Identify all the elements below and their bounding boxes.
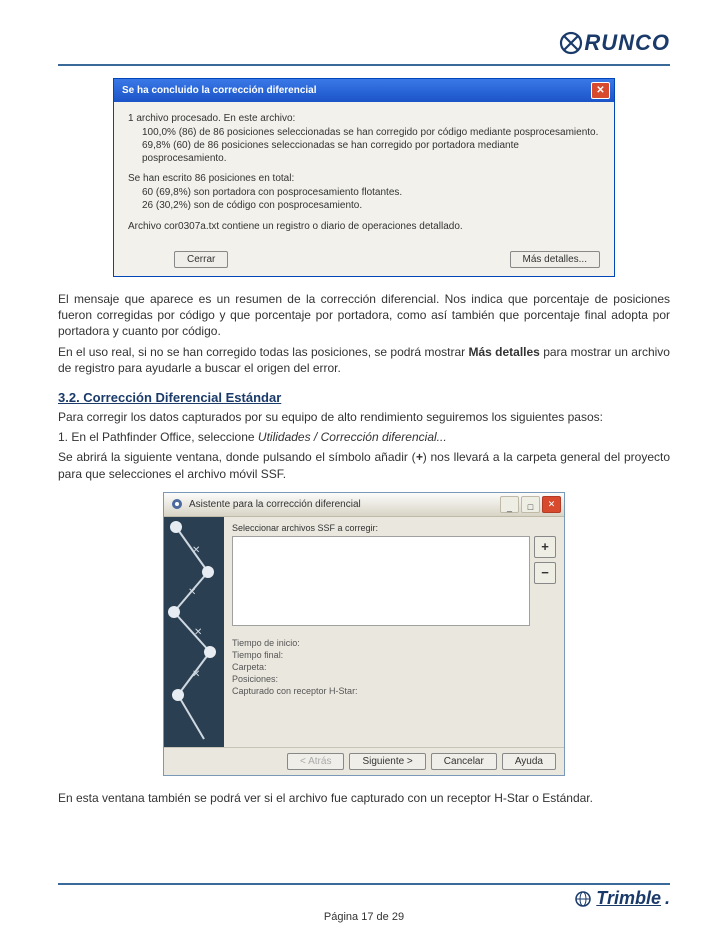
para1b-bold: Más detalles bbox=[468, 345, 539, 359]
dialog2-main: Seleccionar archivos SSF a corregir: + −… bbox=[224, 517, 564, 747]
close-icon[interactable]: ✕ bbox=[542, 496, 561, 513]
minimize-icon[interactable]: _ bbox=[500, 496, 519, 513]
dialog1-titlebar: Se ha concluido la corrección diferencia… bbox=[114, 79, 614, 102]
svg-text:✕: ✕ bbox=[192, 545, 200, 556]
dialog2-sidebar-graphic: ✕ ✕ ✕ ✕ bbox=[164, 517, 224, 747]
dialog2-window: Asistente para la corrección diferencial… bbox=[163, 492, 565, 776]
paragraph-1b: En el uso real, si no se han corregido t… bbox=[58, 344, 670, 376]
svg-text:✕: ✕ bbox=[188, 587, 196, 598]
add-file-button[interactable]: + bbox=[534, 536, 556, 558]
dlg1-line2a: 60 (69,8%) son portadora con posprocesam… bbox=[142, 187, 600, 200]
document-page: RUNCO Se ha concluido la corrección dife… bbox=[0, 0, 728, 943]
dialog1-buttons: Cerrar Más detalles... bbox=[114, 247, 614, 276]
dlg1-close-button[interactable]: Cerrar bbox=[174, 251, 228, 268]
help-button[interactable]: Ayuda bbox=[502, 753, 556, 770]
dlg1-line1a: 100,0% (86) de 86 posiciones seleccionad… bbox=[142, 127, 600, 140]
step1-pre: 1. En el Pathfinder Office, seleccione bbox=[58, 430, 258, 444]
page-pre: Página bbox=[324, 911, 361, 923]
trimble-dot: . bbox=[665, 888, 670, 909]
info-end: Tiempo final: bbox=[232, 650, 556, 660]
info-hstar: Capturado con receptor H-Star: bbox=[232, 686, 556, 696]
para3-pre: Se abrirá la siguiente ventana, donde pu… bbox=[58, 450, 416, 464]
header-rule bbox=[58, 64, 670, 66]
dlg1-line2b: 26 (30,2%) son de código con posprocesam… bbox=[142, 200, 600, 213]
svg-text:✕: ✕ bbox=[192, 669, 200, 680]
dialog1-title-text: Se ha concluido la corrección diferencia… bbox=[122, 85, 317, 96]
dialog2-figure: Asistente para la corrección diferencial… bbox=[58, 492, 670, 776]
dlg1-line2: Se han escrito 86 posiciones en total: bbox=[128, 173, 600, 186]
cancel-button[interactable]: Cancelar bbox=[431, 753, 497, 770]
runco-logo-icon bbox=[558, 30, 584, 56]
section-heading: 3.2. Corrección Diferencial Estándar bbox=[58, 390, 670, 405]
para3-plus: + bbox=[416, 450, 423, 464]
page-mid: de bbox=[373, 911, 391, 923]
dlg1-line1: 1 archivo procesado. En este archivo: bbox=[128, 113, 600, 126]
page-header: RUNCO bbox=[58, 30, 670, 56]
dialog2-body: ✕ ✕ ✕ ✕ Seleccionar archivos SSF a corre… bbox=[164, 517, 564, 747]
dialog2-title-text: Asistente para la corrección diferencial bbox=[189, 499, 361, 510]
trimble-logo-text: Trimble bbox=[596, 888, 661, 909]
step1-italic: Utilidades / Corrección diferencial... bbox=[258, 430, 447, 444]
para1b-pre: En el uso real, si no se han corregido t… bbox=[58, 345, 468, 359]
dlg1-line3: Archivo cor0307a.txt contiene un registr… bbox=[128, 221, 600, 234]
info-start: Tiempo de inicio: bbox=[232, 638, 556, 648]
page-footer: Trimble. Página 17 de 29 bbox=[58, 875, 670, 923]
dlg1-more-button[interactable]: Más detalles... bbox=[510, 251, 600, 268]
page-number: Página 17 de 29 bbox=[58, 911, 670, 923]
file-list-box[interactable] bbox=[232, 536, 530, 626]
step-1: 1. En el Pathfinder Office, seleccione U… bbox=[58, 429, 670, 445]
next-button[interactable]: Siguiente > bbox=[349, 753, 425, 770]
back-button[interactable]: < Atrás bbox=[287, 753, 344, 770]
paragraph-2: Para corregir los datos capturados por s… bbox=[58, 409, 670, 425]
footer-rule bbox=[58, 883, 670, 885]
paragraph-3: Se abrirá la siguiente ventana, donde pu… bbox=[58, 449, 670, 481]
page-total: 29 bbox=[392, 911, 404, 923]
paragraph-4: En esta ventana también se podrá ver si … bbox=[58, 790, 670, 806]
page-current: 17 bbox=[361, 911, 373, 923]
paragraph-1a: El mensaje que aparece es un resumen de … bbox=[58, 291, 670, 340]
info-pos: Posiciones: bbox=[232, 674, 556, 684]
dialog2-footer: < Atrás Siguiente > Cancelar Ayuda bbox=[164, 747, 564, 775]
dialog1-figure: Se ha concluido la corrección diferencia… bbox=[58, 78, 670, 277]
runco-logo: RUNCO bbox=[558, 30, 670, 56]
select-files-label: Seleccionar archivos SSF a corregir: bbox=[232, 523, 556, 533]
runco-logo-text: RUNCO bbox=[584, 30, 670, 56]
info-folder: Carpeta: bbox=[232, 662, 556, 672]
remove-file-button[interactable]: − bbox=[534, 562, 556, 584]
dialog1-window: Se ha concluido la corrección diferencia… bbox=[113, 78, 615, 277]
trimble-globe-icon bbox=[574, 890, 592, 908]
dialog2-titlebar: Asistente para la corrección diferencial… bbox=[164, 493, 564, 517]
close-icon[interactable]: ✕ bbox=[591, 82, 610, 99]
file-info-grid: Tiempo de inicio: Tiempo final: Carpeta:… bbox=[232, 636, 556, 698]
svg-text:✕: ✕ bbox=[194, 627, 202, 638]
maximize-icon[interactable]: □ bbox=[521, 496, 540, 513]
dlg1-line1b: 69,8% (60) de 86 posiciones seleccionada… bbox=[142, 140, 600, 165]
dialog1-body: 1 archivo procesado. En este archivo: 10… bbox=[114, 102, 614, 247]
wizard-icon bbox=[170, 497, 184, 511]
dialog2-window-controls: _ □ ✕ bbox=[500, 496, 561, 513]
